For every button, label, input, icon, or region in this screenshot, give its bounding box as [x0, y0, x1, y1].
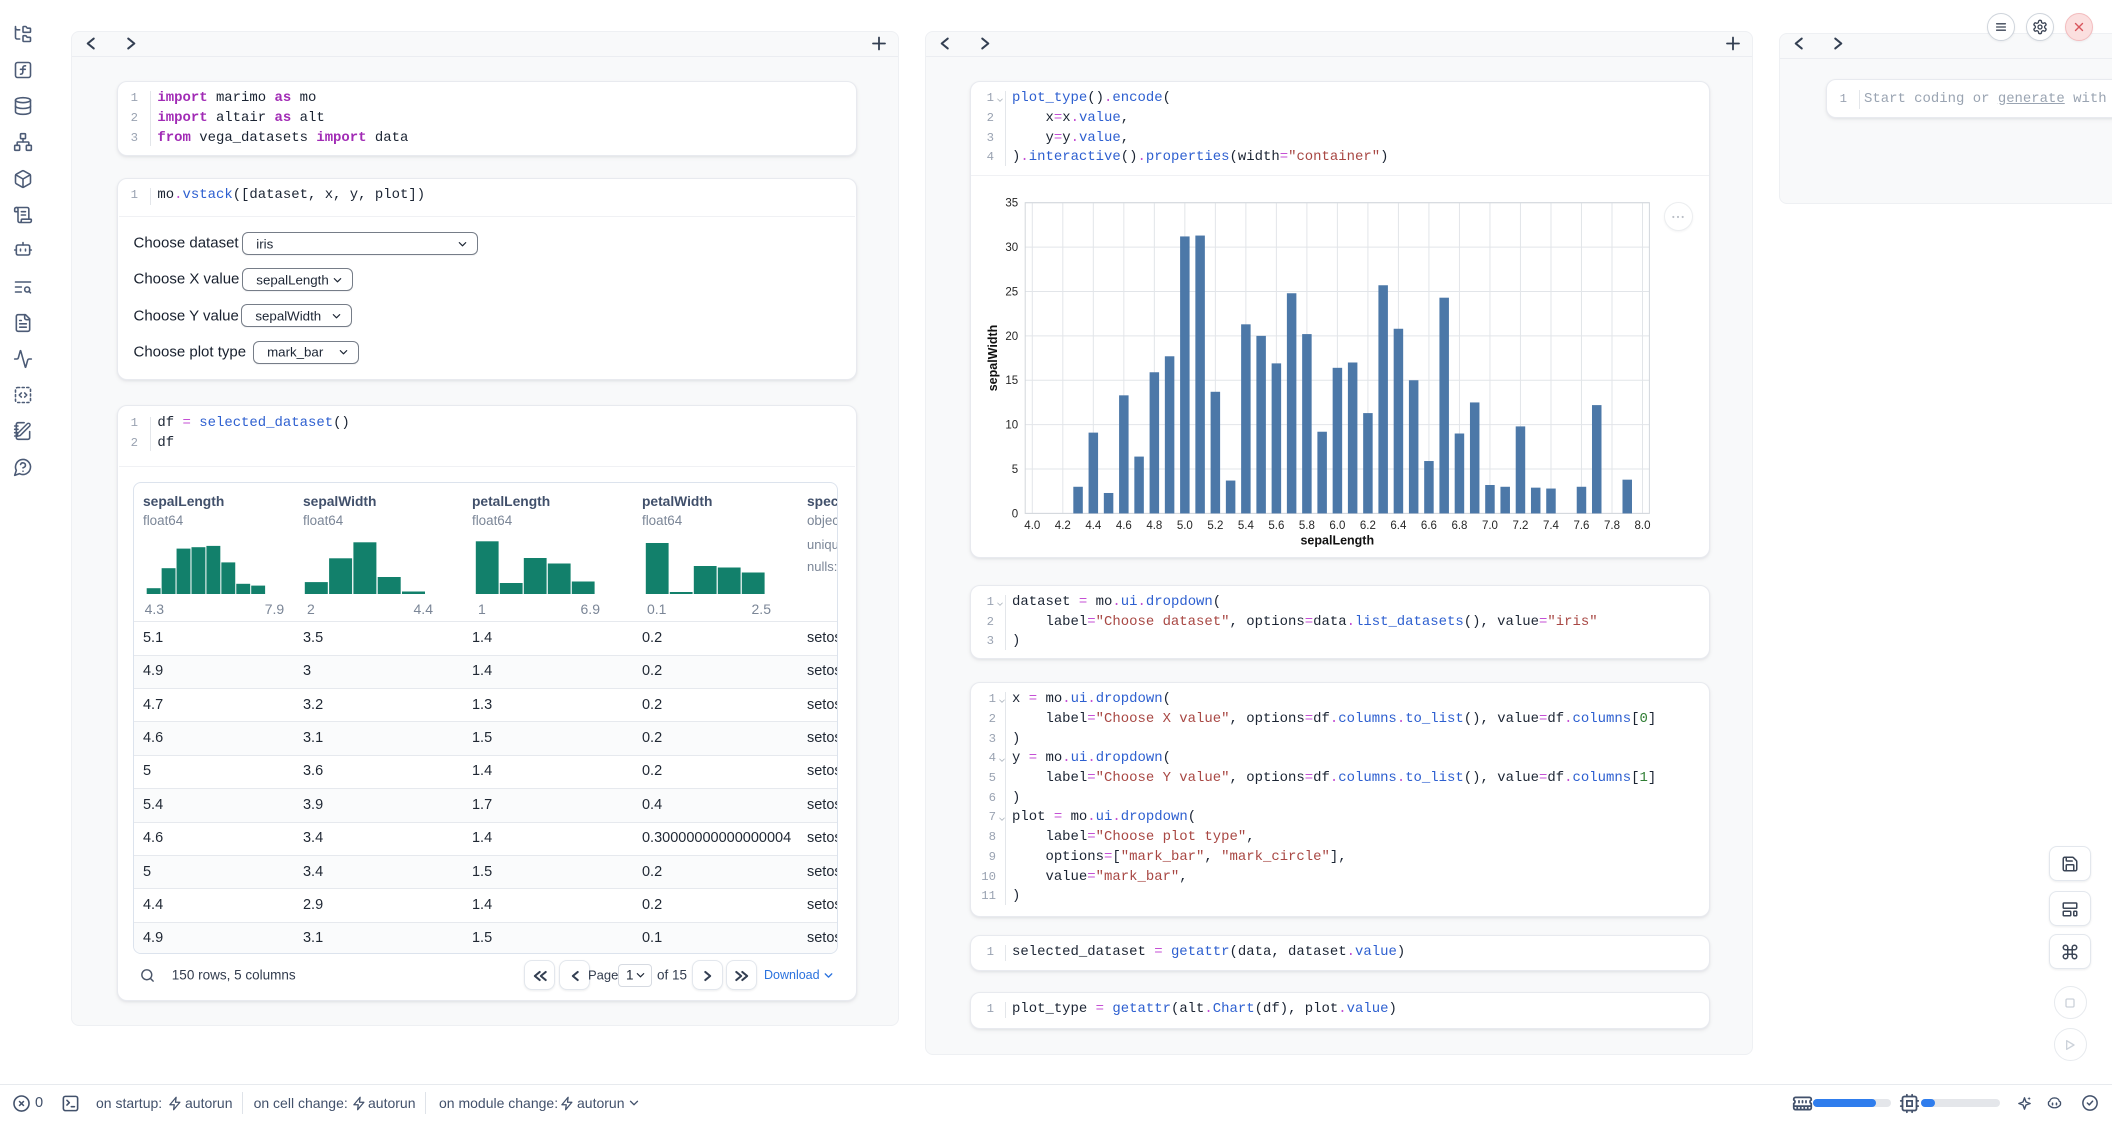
svg-text:4.6: 4.6	[1116, 520, 1132, 532]
svg-text:7.8: 7.8	[1604, 520, 1620, 532]
svg-text:6.8: 6.8	[1451, 520, 1467, 532]
svg-text:4.0: 4.0	[1024, 520, 1040, 532]
svg-text:20: 20	[1005, 331, 1018, 343]
svg-text:6.6: 6.6	[1421, 520, 1437, 532]
svg-text:5.0: 5.0	[1177, 520, 1193, 532]
svg-text:4.2: 4.2	[1055, 520, 1071, 532]
svg-text:35: 35	[1005, 198, 1018, 210]
svg-text:5.8: 5.8	[1299, 520, 1315, 532]
svg-text:0: 0	[1012, 508, 1018, 520]
svg-text:7.2: 7.2	[1512, 520, 1528, 532]
svg-text:8.0: 8.0	[1635, 520, 1651, 532]
svg-text:6.4: 6.4	[1390, 520, 1407, 532]
svg-text:5.6: 5.6	[1268, 520, 1284, 532]
svg-text:25: 25	[1005, 286, 1018, 298]
svg-text:10: 10	[1005, 420, 1018, 432]
svg-text:4.4: 4.4	[1085, 520, 1102, 532]
svg-text:6.2: 6.2	[1360, 520, 1376, 532]
svg-text:7.4: 7.4	[1543, 520, 1560, 532]
svg-text:6.0: 6.0	[1329, 520, 1345, 532]
svg-text:7.0: 7.0	[1482, 520, 1498, 532]
svg-text:5: 5	[1012, 464, 1018, 476]
svg-text:sepalLength: sepalLength	[1300, 534, 1374, 548]
svg-text:15: 15	[1005, 375, 1018, 387]
svg-text:7.6: 7.6	[1573, 520, 1589, 532]
svg-text:30: 30	[1005, 242, 1018, 254]
svg-text:5.2: 5.2	[1207, 520, 1223, 532]
svg-text:4.8: 4.8	[1146, 520, 1162, 532]
svg-text:5.4: 5.4	[1238, 520, 1255, 532]
svg-text:sepalWidth: sepalWidth	[986, 325, 1000, 392]
